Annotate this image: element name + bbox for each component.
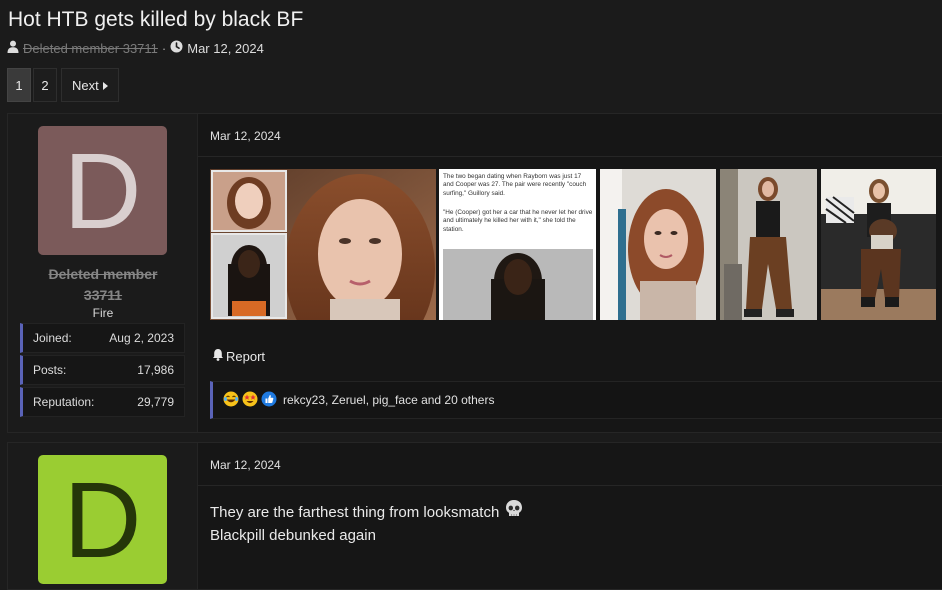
news-quote: "He (Cooper) got her a car that he never… — [443, 209, 593, 233]
attached-image-selfie[interactable] — [600, 169, 716, 320]
stat-label: Joined: — [33, 331, 72, 345]
pagination: 1 2 Next — [7, 68, 119, 102]
message-line: Blackpill debunked again — [210, 527, 376, 544]
report-label: Report — [226, 348, 266, 364]
stat-value: 29,779 — [137, 395, 174, 409]
stat-value[interactable]: 17,986 — [137, 363, 174, 377]
report-button[interactable]: Report — [212, 348, 265, 364]
post-user-info: D Deleted member 33711 Fire Joined: Aug … — [8, 114, 198, 432]
stat-label: Posts: — [33, 363, 67, 377]
meta-separator: · — [161, 40, 167, 56]
page-2-button[interactable]: 2 — [33, 68, 57, 102]
divider — [198, 156, 942, 157]
like-icon — [261, 391, 277, 410]
next-label: Next — [72, 77, 99, 93]
reactions-list-link[interactable]: rekcy23, Zeruel, pig_face and 20 others — [283, 393, 494, 407]
thread-title: Hot HTB gets killed by black BF — [8, 8, 304, 31]
bell-icon — [212, 348, 224, 364]
user-icon — [7, 40, 19, 56]
username-line2: 33711 — [83, 287, 123, 303]
attached-image-collage[interactable] — [210, 169, 436, 320]
next-page-button[interactable]: Next — [61, 68, 119, 102]
username[interactable]: Deleted member 33711 — [8, 264, 198, 306]
message-line: They are the farthest thing from looksma… — [210, 503, 500, 521]
attached-image-mirror[interactable] — [720, 169, 817, 320]
laugh-emoji-icon — [223, 391, 239, 410]
username-line1: Deleted member — [48, 266, 158, 282]
user-stats: Joined: Aug 2, 2023 Posts: 17,986 Reputa… — [20, 323, 185, 419]
reactions-bar: rekcy23, Zeruel, pig_face and 20 others — [210, 381, 942, 419]
divider — [198, 485, 942, 486]
stat-reputation: Reputation: 29,779 — [20, 387, 185, 417]
post-date[interactable]: Mar 12, 2024 — [210, 129, 281, 143]
post: D Deleted member 33711 Fire Joined: Aug … — [7, 113, 942, 433]
skull-emoji-icon — [504, 499, 524, 525]
stat-posts: Posts: 17,986 — [20, 355, 185, 385]
star-eyes-emoji-icon — [242, 391, 258, 410]
thread-date[interactable]: Mar 12, 2024 — [187, 41, 264, 56]
post: D Mar 12, 2024 They are the farthest thi… — [7, 442, 942, 590]
thread-meta: Deleted member 33711 · Mar 12, 2024 — [7, 40, 264, 56]
post-main: Mar 12, 2024 The two began dating when R… — [198, 114, 942, 432]
post-user-info: D — [8, 443, 198, 589]
avatar[interactable]: D — [38, 455, 167, 584]
clock-icon — [170, 40, 183, 56]
stat-value: Aug 2, 2023 — [109, 331, 174, 345]
post-date[interactable]: Mar 12, 2024 — [210, 458, 281, 472]
page-1-button[interactable]: 1 — [7, 68, 31, 102]
caret-right-icon — [102, 78, 108, 93]
news-caption: The two began dating when Rayborn was ju… — [443, 173, 587, 197]
thread-author[interactable]: Deleted member 33711 — [23, 41, 158, 56]
stat-joined: Joined: Aug 2, 2023 — [20, 323, 185, 353]
attached-image-news[interactable]: The two began dating when Rayborn was ju… — [439, 169, 596, 320]
avatar[interactable]: D — [38, 126, 167, 255]
post-main: Mar 12, 2024 They are the farthest thing… — [198, 443, 942, 589]
attached-image-couch[interactable] — [821, 169, 936, 320]
stat-label: Reputation: — [33, 395, 95, 409]
user-title: Fire — [92, 306, 114, 320]
post-message: They are the farthest thing from looksma… — [210, 499, 524, 546]
